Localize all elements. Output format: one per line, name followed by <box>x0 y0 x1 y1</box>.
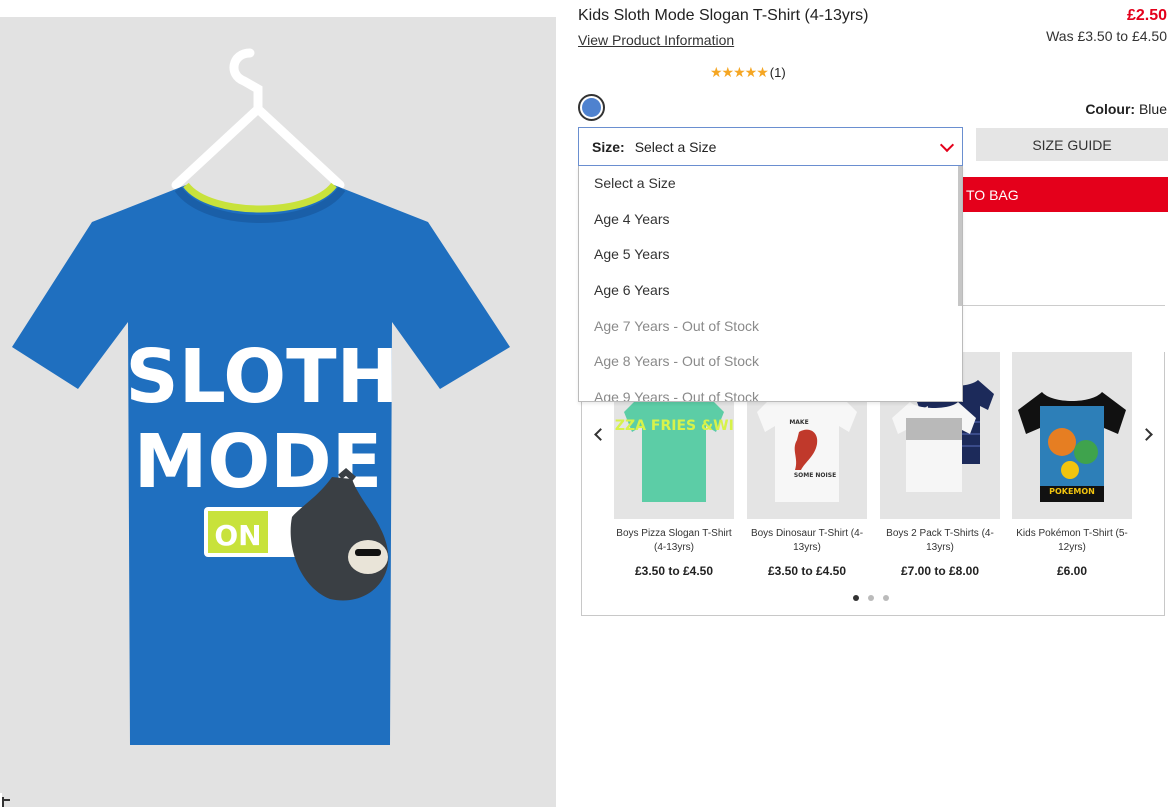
dino-art-bottom: SOME NOISE <box>794 472 836 479</box>
pokemon-art-text: POKEMON <box>1049 487 1095 496</box>
divider <box>962 305 1165 306</box>
product-name[interactable]: Kids Pokémon T-Shirt (5-12yrs) <box>1012 527 1132 555</box>
product-name[interactable]: Boys 2 Pack T-Shirts (4-13yrs) <box>880 527 1000 555</box>
size-dropdown-list[interactable]: Select a Size Age 4 Years Age 5 Years Ag… <box>578 166 963 402</box>
colour-label: Colour: Blue <box>1085 101 1167 117</box>
size-select-label: Size: <box>592 138 625 155</box>
current-price: £2.50 <box>1126 7 1167 24</box>
carousel-dot-3[interactable] <box>883 595 889 601</box>
product-title: Kids Sloth Mode Slogan T-Shirt (4-13yrs) <box>578 7 869 24</box>
pokemon-tshirt-image: POKEMON <box>1018 392 1126 502</box>
star-rating-icon: ★★★★★ <box>710 64 769 80</box>
carousel-dot-1[interactable] <box>853 595 859 601</box>
add-to-bag-button[interactable]: TO BAG <box>958 177 1168 212</box>
size-option-age-6[interactable]: Age 6 Years <box>579 273 962 309</box>
colour-label-key: Colour: <box>1085 101 1136 117</box>
colour-swatch-blue[interactable] <box>578 94 605 121</box>
size-select-value: Select a Size <box>634 138 717 155</box>
size-option-age-5[interactable]: Age 5 Years <box>579 237 962 273</box>
chevron-down-icon <box>939 137 955 153</box>
size-option-age-8[interactable]: Age 8 Years - Out of Stock <box>579 344 962 380</box>
zoom-icon[interactable] <box>0 793 14 807</box>
carousel-pagination <box>853 595 889 601</box>
pizza-art-text: PIZZA FRIES &WIFI <box>614 418 734 434</box>
hanger-icon <box>171 48 345 190</box>
switch-label: ON <box>214 519 261 552</box>
product-name[interactable]: Boys Dinosaur T-Shirt (4-13yrs) <box>747 527 867 555</box>
rating[interactable]: ★★★★★ (1) <box>710 64 786 81</box>
product-price: £7.00 to £8.00 <box>900 564 980 578</box>
product-image[interactable]: SLOTH MODE ON <box>0 17 556 807</box>
size-option-age-9[interactable]: Age 9 Years - Out of Stock <box>579 380 962 401</box>
recommendation-card[interactable]: POKEMON Kids Pokémon T-Shirt (5-12yrs) £… <box>1012 352 1132 578</box>
dino-art-top: MAKE <box>789 419 808 426</box>
carousel-dot-2[interactable] <box>868 595 874 601</box>
review-count: (1) <box>769 65 786 80</box>
product-name[interactable]: Boys Pizza Slogan T-Shirt (4-13yrs) <box>614 527 734 555</box>
colour-value: Blue <box>1138 101 1167 117</box>
size-option-select[interactable]: Select a Size <box>579 166 962 202</box>
size-select[interactable]: Size: Select a Size <box>578 127 963 166</box>
product-price: £3.50 to £4.50 <box>634 564 714 578</box>
size-option-age-7[interactable]: Age 7 Years - Out of Stock <box>579 309 962 345</box>
dropdown-scrollbar[interactable] <box>958 166 962 306</box>
tshirt-illustration: SLOTH MODE ON <box>12 48 510 745</box>
product-thumbnail[interactable]: POKEMON <box>1012 352 1132 519</box>
was-price: Was £3.50 to £4.50 <box>1046 28 1167 44</box>
view-product-information-link[interactable]: View Product Information <box>578 32 734 48</box>
product-price: £3.50 to £4.50 <box>767 564 847 578</box>
slogan-line1: SLOTH <box>125 334 398 420</box>
swatch-fill <box>582 98 601 117</box>
product-price: £6.00 <box>1056 564 1088 578</box>
size-option-age-4[interactable]: Age 4 Years <box>579 202 962 238</box>
size-guide-button[interactable]: SIZE GUIDE <box>976 128 1168 161</box>
